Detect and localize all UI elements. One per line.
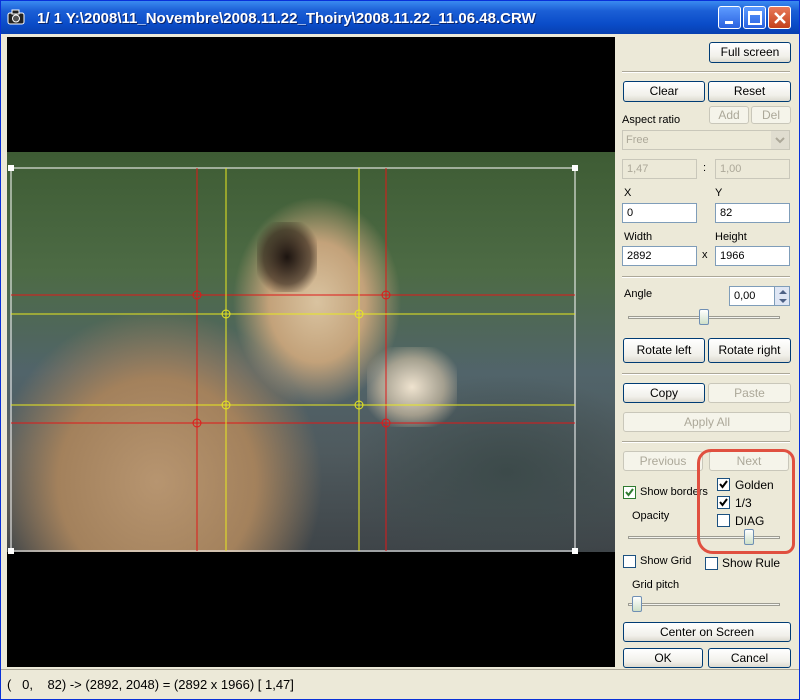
- times-sign: x: [702, 249, 708, 261]
- minimize-button[interactable]: [718, 6, 741, 29]
- width-field[interactable]: 2892: [622, 246, 697, 266]
- camera-icon: [7, 9, 25, 25]
- window-title: 1/ 1 Y:\2008\11_Novembre\2008.11.22_Thoi…: [37, 10, 536, 27]
- width-label: Width: [624, 231, 653, 243]
- separator: [622, 441, 790, 443]
- ratio-separator: :: [703, 162, 707, 174]
- reset-button[interactable]: Reset: [708, 81, 791, 102]
- show-rule-checkbox[interactable]: [705, 557, 718, 570]
- paste-button[interactable]: Paste: [708, 383, 791, 403]
- full-screen-button[interactable]: Full screen: [709, 42, 791, 63]
- spinner-arrows-icon: [779, 290, 787, 303]
- crop-window: 1/ 1 Y:\2008\11_Novembre\2008.11.22_Thoi…: [0, 0, 800, 700]
- x-label: X: [624, 187, 632, 199]
- opacity-label: Opacity: [632, 510, 670, 522]
- maximize-button[interactable]: [743, 6, 766, 29]
- cancel-button[interactable]: Cancel: [708, 648, 791, 668]
- crop-overlay[interactable]: [7, 37, 615, 667]
- height-field[interactable]: 1966: [715, 246, 790, 266]
- ok-button[interactable]: OK: [623, 648, 703, 668]
- ratio-width-field[interactable]: 1,47: [622, 159, 697, 179]
- angle-spinner[interactable]: [774, 286, 790, 306]
- slider-track: [628, 603, 780, 606]
- apply-all-button[interactable]: Apply All: [623, 412, 791, 432]
- slider-thumb[interactable]: [632, 596, 642, 612]
- annotation-highlight-circle: [697, 449, 795, 554]
- aspect-ratio-value: Free: [626, 134, 649, 146]
- slider-thumb[interactable]: [699, 309, 709, 325]
- show-borders-checkbox[interactable]: [623, 486, 636, 499]
- close-button[interactable]: [768, 6, 791, 29]
- angle-field[interactable]: 0,00: [729, 286, 775, 306]
- aspect-ratio-select[interactable]: Free: [622, 130, 790, 150]
- show-grid-label: Show Grid: [640, 555, 692, 567]
- chevron-down-icon: [771, 131, 789, 149]
- crop-handle-bottom-right[interactable]: [572, 548, 578, 554]
- separator: [622, 71, 790, 73]
- minimize-icon: [725, 21, 733, 24]
- show-rule-label: Show Rule: [722, 556, 781, 570]
- crop-handle-top-left[interactable]: [8, 165, 14, 171]
- y-label: Y: [715, 187, 723, 199]
- crop-border: [10, 167, 576, 552]
- crop-settings-panel: Full screen Clear Reset Aspect ratio Add…: [616, 37, 799, 668]
- rotate-left-button[interactable]: Rotate left: [623, 338, 705, 363]
- y-field[interactable]: 82: [715, 203, 790, 223]
- close-icon: [774, 12, 786, 24]
- grid-pitch-slider[interactable]: [628, 596, 780, 612]
- maximize-icon: [748, 11, 762, 25]
- x-field[interactable]: 0: [622, 203, 697, 223]
- separator: [622, 276, 790, 278]
- copy-button[interactable]: Copy: [623, 383, 705, 403]
- previous-button[interactable]: Previous: [623, 451, 703, 471]
- status-bar: ( 0, 82) -> (2892, 2048) = (2892 x 1966)…: [1, 669, 799, 699]
- ratio-height-field[interactable]: 1,00: [715, 159, 790, 179]
- image-canvas[interactable]: [7, 37, 615, 667]
- crop-handle-top-right[interactable]: [572, 165, 578, 171]
- title-bar[interactable]: 1/ 1 Y:\2008\11_Novembre\2008.11.22_Thoi…: [1, 1, 799, 34]
- add-button[interactable]: Add: [709, 106, 749, 124]
- checkmark-icon: [625, 488, 634, 497]
- grid-pitch-label: Grid pitch: [632, 579, 680, 591]
- center-on-screen-button[interactable]: Center on Screen: [623, 622, 791, 642]
- angle-label: Angle: [624, 288, 653, 300]
- del-button[interactable]: Del: [751, 106, 791, 124]
- show-grid-checkbox[interactable]: [623, 555, 636, 568]
- separator: [622, 373, 790, 375]
- aspect-ratio-label: Aspect ratio: [622, 114, 681, 126]
- crop-handle-bottom-left[interactable]: [8, 548, 14, 554]
- angle-slider[interactable]: [628, 309, 780, 325]
- clear-button[interactable]: Clear: [623, 81, 705, 102]
- height-label: Height: [715, 231, 747, 243]
- rotate-right-button[interactable]: Rotate right: [708, 338, 791, 363]
